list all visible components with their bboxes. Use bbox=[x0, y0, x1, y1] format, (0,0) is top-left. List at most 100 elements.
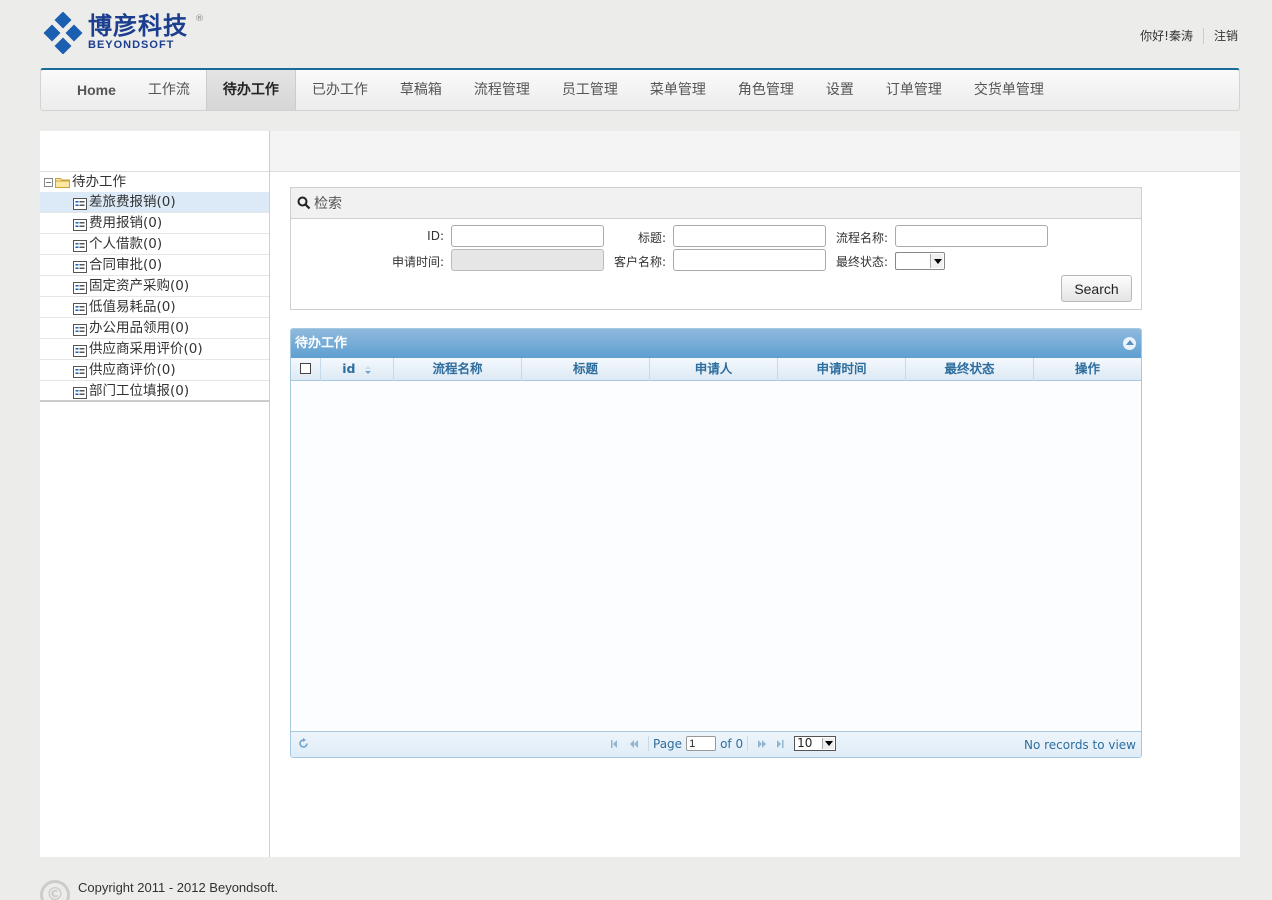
refresh-icon[interactable] bbox=[298, 738, 309, 749]
tree-item-label: 费用报销(0) bbox=[89, 215, 163, 231]
tree-item[interactable]: 费用报销(0) bbox=[40, 213, 269, 234]
customer-name-label: 客户名称: bbox=[613, 255, 666, 269]
first-page-icon[interactable] bbox=[606, 737, 625, 751]
tree-item[interactable]: 供应商采用评价(0) bbox=[40, 339, 269, 360]
tree-item-label: 合同审批(0) bbox=[89, 257, 163, 273]
nav-role-management[interactable]: 角色管理 bbox=[722, 70, 810, 110]
next-page-icon[interactable] bbox=[752, 737, 771, 751]
column-header-final-status[interactable]: 最终状态 bbox=[906, 358, 1034, 381]
nav-process-management[interactable]: 流程管理 bbox=[458, 70, 546, 110]
document-icon bbox=[73, 280, 87, 294]
logo-cn-text: 博彦科技 bbox=[88, 12, 188, 40]
tree-item-label: 固定资产采购(0) bbox=[89, 278, 190, 294]
nav-settings[interactable]: 设置 bbox=[810, 70, 870, 110]
select-all-checkbox[interactable] bbox=[300, 363, 311, 374]
tree-item[interactable]: 固定资产采购(0) bbox=[40, 276, 269, 297]
page-count: of 0 bbox=[720, 736, 744, 751]
tree-item-label: 部门工位填报(0) bbox=[89, 382, 190, 399]
document-icon bbox=[73, 322, 87, 336]
final-status-select[interactable] bbox=[895, 252, 945, 270]
tree-item-label: 个人借款(0) bbox=[89, 236, 163, 252]
title-label: 标题: bbox=[637, 231, 666, 245]
column-header-actions[interactable]: 操作 bbox=[1034, 358, 1141, 381]
tree-item-label: 供应商采用评价(0) bbox=[89, 341, 203, 357]
search-header: 检索 bbox=[291, 188, 1141, 219]
search-panel: 检索 ID: 标题: 流程名称: 申请时间: 客户名称: 最终状态: Searc… bbox=[290, 187, 1142, 310]
logout-link[interactable]: 注销 bbox=[1214, 27, 1238, 44]
column-header-apply-time[interactable]: 申请时间 bbox=[778, 358, 906, 381]
last-page-icon[interactable] bbox=[771, 737, 790, 751]
todo-tree: − 待办工作 差旅费报销(0) 费用报销(0) 个人借款(0) 合同审批(0) 固定资产… bbox=[40, 172, 269, 402]
grid-header: id 流程名称 标题 申请人 申请时间 最终状态 操作 bbox=[291, 358, 1141, 381]
document-icon bbox=[73, 217, 87, 231]
page-number-input[interactable] bbox=[686, 736, 717, 751]
id-input[interactable] bbox=[451, 225, 604, 247]
tree-item[interactable]: 个人借款(0) bbox=[40, 234, 269, 255]
tree-item[interactable]: 供应商评价(0) bbox=[40, 360, 269, 381]
document-icon bbox=[73, 385, 87, 399]
tree-item[interactable]: 低值易耗品(0) bbox=[40, 297, 269, 318]
search-icon bbox=[297, 196, 311, 210]
main-nav: Home 工作流 待办工作 已办工作 草稿箱 流程管理 员工管理 菜单管理 角色… bbox=[40, 68, 1240, 111]
pager-divider bbox=[648, 736, 649, 751]
chevron-down-icon bbox=[822, 738, 835, 749]
folder-icon bbox=[55, 177, 70, 188]
column-header-applicant[interactable]: 申请人 bbox=[650, 358, 778, 381]
tree-item[interactable]: 办公用品领用(0) bbox=[40, 318, 269, 339]
column-label: id bbox=[342, 361, 356, 376]
document-icon bbox=[73, 364, 87, 378]
column-header-process-name[interactable]: 流程名称 bbox=[394, 358, 522, 381]
process-name-input[interactable] bbox=[895, 225, 1048, 247]
column-header-id[interactable]: id bbox=[321, 358, 394, 381]
prev-page-icon[interactable] bbox=[625, 737, 644, 751]
rows-per-page-select[interactable]: 10 bbox=[794, 736, 837, 751]
nav-done-work[interactable]: 已办工作 bbox=[296, 70, 384, 110]
process-name-label: 流程名称: bbox=[835, 231, 888, 245]
collapse-icon[interactable]: − bbox=[44, 177, 53, 187]
page-label: Page bbox=[653, 736, 683, 751]
customer-name-input[interactable] bbox=[673, 249, 826, 271]
nav-delivery-management[interactable]: 交货单管理 bbox=[958, 70, 1060, 110]
nav-workflow[interactable]: 工作流 bbox=[132, 70, 206, 110]
logo-diamond-icon bbox=[43, 12, 83, 54]
nav-menu-management[interactable]: 菜单管理 bbox=[634, 70, 722, 110]
final-status-label: 最终状态: bbox=[835, 255, 888, 269]
nav-drafts[interactable]: 草稿箱 bbox=[384, 70, 458, 110]
tree-root[interactable]: − 待办工作 bbox=[40, 172, 269, 192]
registered-mark: ® bbox=[195, 14, 204, 24]
tree-item-label: 办公用品领用(0) bbox=[89, 320, 190, 336]
footer: © Copyright 2011 - 2012 Beyondsoft. bbox=[40, 876, 440, 900]
divider bbox=[1202, 27, 1204, 44]
top-strip bbox=[40, 131, 1240, 172]
panel-divider bbox=[269, 131, 270, 857]
user-greeting: 你好!秦涛 bbox=[1140, 29, 1193, 43]
tree-item[interactable]: 部门工位填报(0) bbox=[40, 381, 269, 402]
copyright-text: Copyright 2011 - 2012 Beyondsoft. bbox=[78, 880, 278, 895]
document-icon bbox=[73, 259, 87, 273]
tree-item-label: 供应商评价(0) bbox=[89, 362, 176, 378]
pager-divider bbox=[747, 736, 749, 751]
nav-employee-management[interactable]: 员工管理 bbox=[546, 70, 634, 110]
chevron-down-icon bbox=[930, 254, 943, 268]
tree-item[interactable]: 合同审批(0) bbox=[40, 255, 269, 276]
nav-home[interactable]: Home bbox=[61, 70, 132, 110]
grid-title: 待办工作 bbox=[295, 336, 348, 351]
column-header-title[interactable]: 标题 bbox=[522, 358, 650, 381]
main-panel: − 待办工作 差旅费报销(0) 费用报销(0) 个人借款(0) 合同审批(0) 固定资产… bbox=[40, 131, 1240, 857]
rows-per-page-value: 10 bbox=[797, 736, 813, 750]
grid-body bbox=[291, 381, 1141, 732]
grid-pager: Page of 0 10 No records to view bbox=[291, 732, 1141, 757]
title-input[interactable] bbox=[673, 225, 826, 247]
apply-time-input[interactable] bbox=[451, 249, 604, 271]
nav-order-management[interactable]: 订单管理 bbox=[870, 70, 958, 110]
tree-item-label: 差旅费报销(0) bbox=[89, 194, 176, 210]
user-area: 你好!秦涛 注销 bbox=[1140, 27, 1238, 44]
document-icon bbox=[73, 238, 87, 252]
records-info: No records to view bbox=[1023, 738, 1136, 752]
collapse-grid-icon[interactable] bbox=[1123, 337, 1136, 350]
tree-item-label: 低值易耗品(0) bbox=[89, 299, 176, 315]
search-button[interactable]: Search bbox=[1061, 275, 1132, 302]
tree-item[interactable]: 差旅费报销(0) bbox=[40, 192, 269, 213]
nav-todo-work[interactable]: 待办工作 bbox=[205, 70, 296, 110]
tree-root-label: 待办工作 bbox=[72, 174, 126, 190]
